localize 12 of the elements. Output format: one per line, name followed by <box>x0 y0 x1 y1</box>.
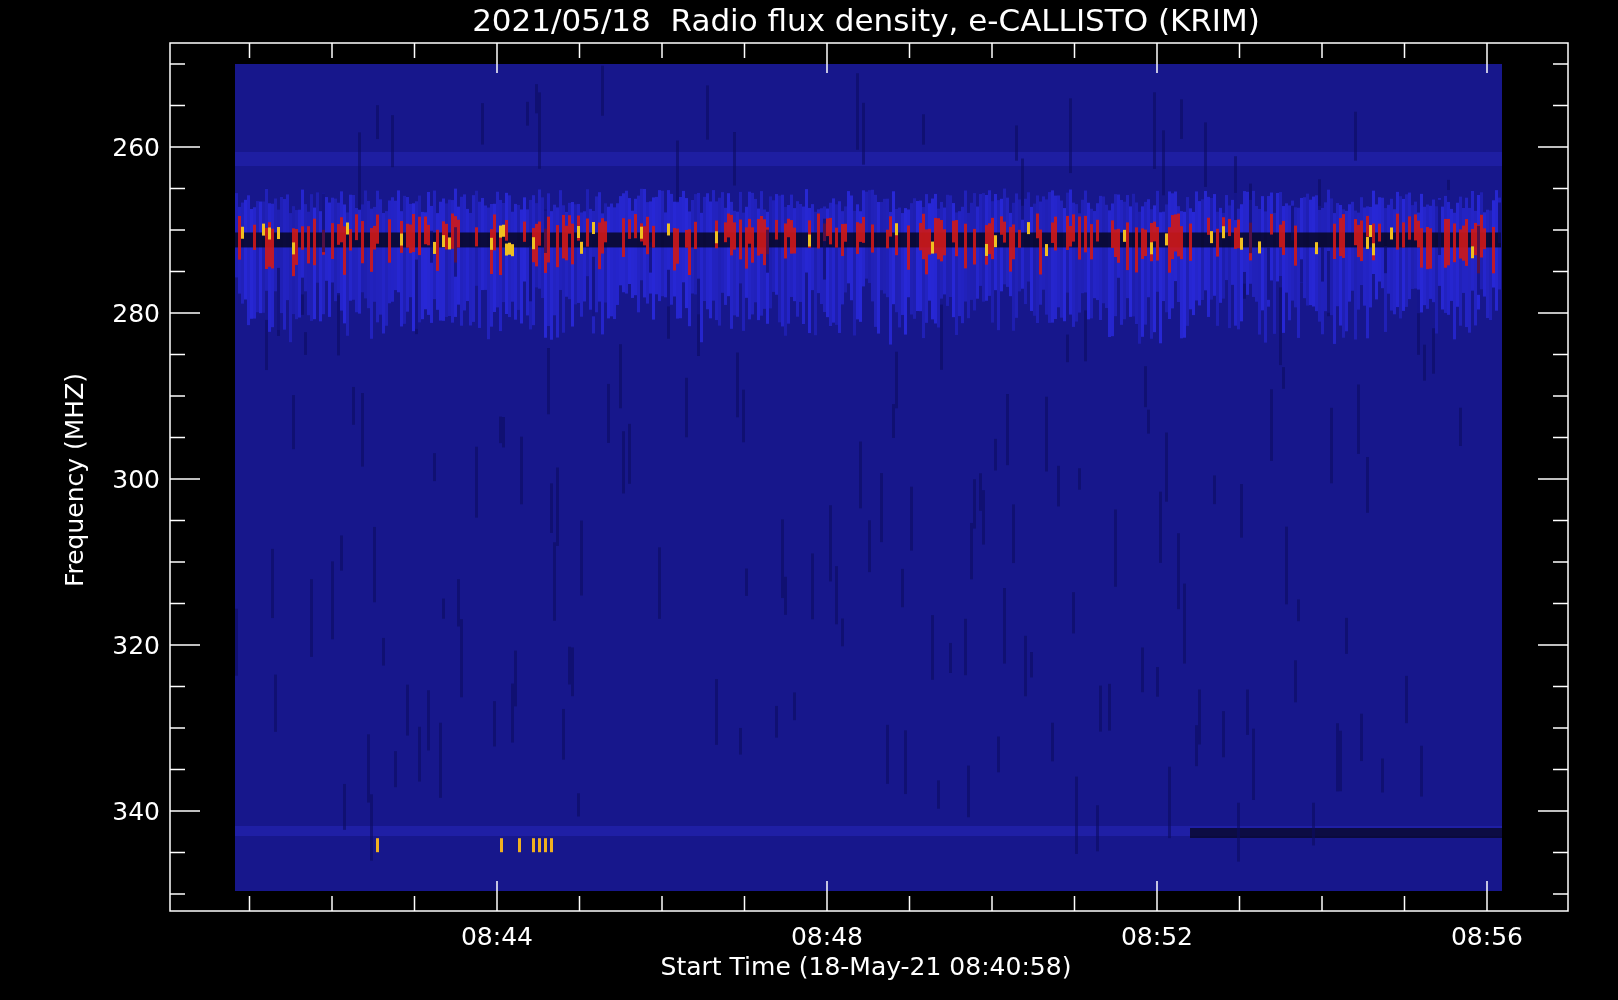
y-tick-label: 340 <box>112 797 160 826</box>
x-tick-label: 08:48 <box>791 922 863 951</box>
plot-title: 2021/05/18 Radio flux density, e-CALLISTO (KRIM) <box>472 2 1260 38</box>
x-tick-label: 08:44 <box>461 922 533 951</box>
x-tick-label: 08:52 <box>1121 922 1193 951</box>
y-tick-label: 260 <box>112 133 160 162</box>
y-tick-label: 320 <box>112 631 160 660</box>
x-axis-label: Start Time (18-May-21 08:40:58) <box>660 952 1072 981</box>
y-axis-label: Frequency (MHZ) <box>60 372 89 588</box>
y-tick-label: 300 <box>112 465 160 494</box>
y-tick-label: 280 <box>112 299 160 328</box>
x-tick-label: 08:56 <box>1451 922 1523 951</box>
